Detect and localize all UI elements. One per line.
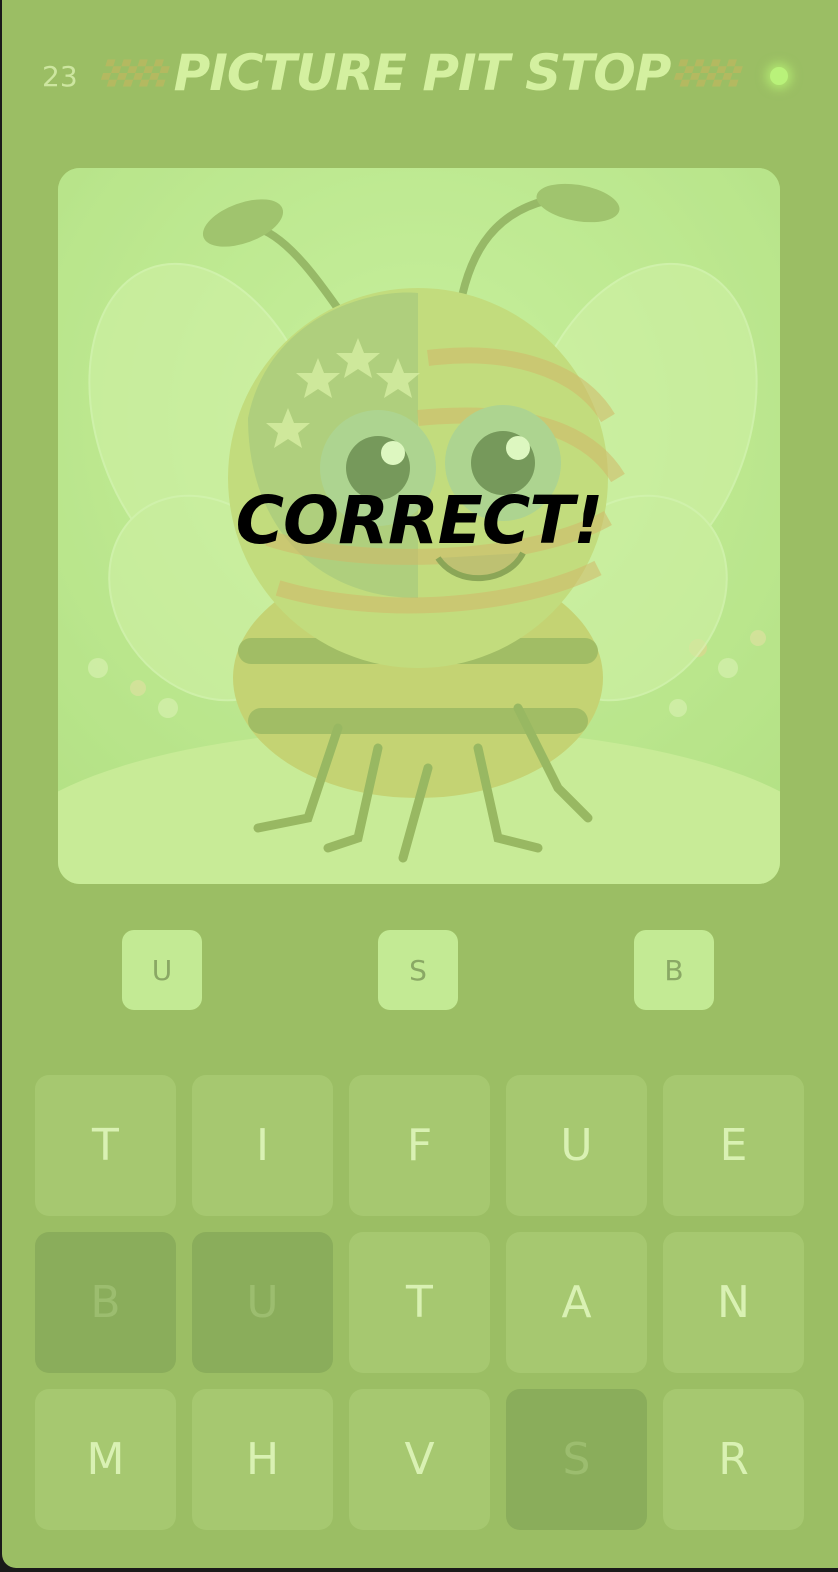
letter-tile[interactable]: U: [506, 1075, 647, 1216]
letter-tile[interactable]: V: [349, 1389, 490, 1530]
letter-tile-used[interactable]: U: [192, 1232, 333, 1373]
letter-tile[interactable]: F: [349, 1075, 490, 1216]
letter-tile-used[interactable]: S: [506, 1389, 647, 1530]
letter-tile[interactable]: E: [663, 1075, 804, 1216]
letter-tile[interactable]: R: [663, 1389, 804, 1530]
level-number: 23: [42, 60, 78, 93]
puzzle-picture: CORRECT!: [58, 168, 780, 884]
checkered-flag-icon: [674, 59, 744, 87]
letter-tile[interactable]: N: [663, 1232, 804, 1373]
status-indicator: [770, 67, 788, 85]
game-title: PICTURE PIT STOP: [173, 44, 672, 102]
game-screen: 23 PICTURE PIT STOP CORRECT! U S B T I F…: [2, 0, 838, 1568]
header: 23 PICTURE PIT STOP: [2, 0, 838, 150]
checkered-flag-icon: [100, 59, 170, 87]
answer-slot[interactable]: U: [122, 930, 202, 1010]
result-message: CORRECT!: [235, 481, 604, 559]
result-overlay: CORRECT!: [58, 168, 780, 884]
title-bar: PICTURE PIT STOP: [97, 38, 747, 108]
letter-tile[interactable]: I: [192, 1075, 333, 1216]
answer-slots: U S B: [2, 930, 838, 1012]
letter-keyboard: T I F U E B U T A N M H V S R: [35, 1075, 805, 1530]
letter-tile-used[interactable]: B: [35, 1232, 176, 1373]
letter-tile[interactable]: H: [192, 1389, 333, 1530]
letter-tile[interactable]: T: [35, 1075, 176, 1216]
letter-tile[interactable]: M: [35, 1389, 176, 1530]
answer-slot[interactable]: B: [634, 930, 714, 1010]
answer-slot[interactable]: S: [378, 930, 458, 1010]
letter-tile[interactable]: T: [349, 1232, 490, 1373]
letter-tile[interactable]: A: [506, 1232, 647, 1373]
